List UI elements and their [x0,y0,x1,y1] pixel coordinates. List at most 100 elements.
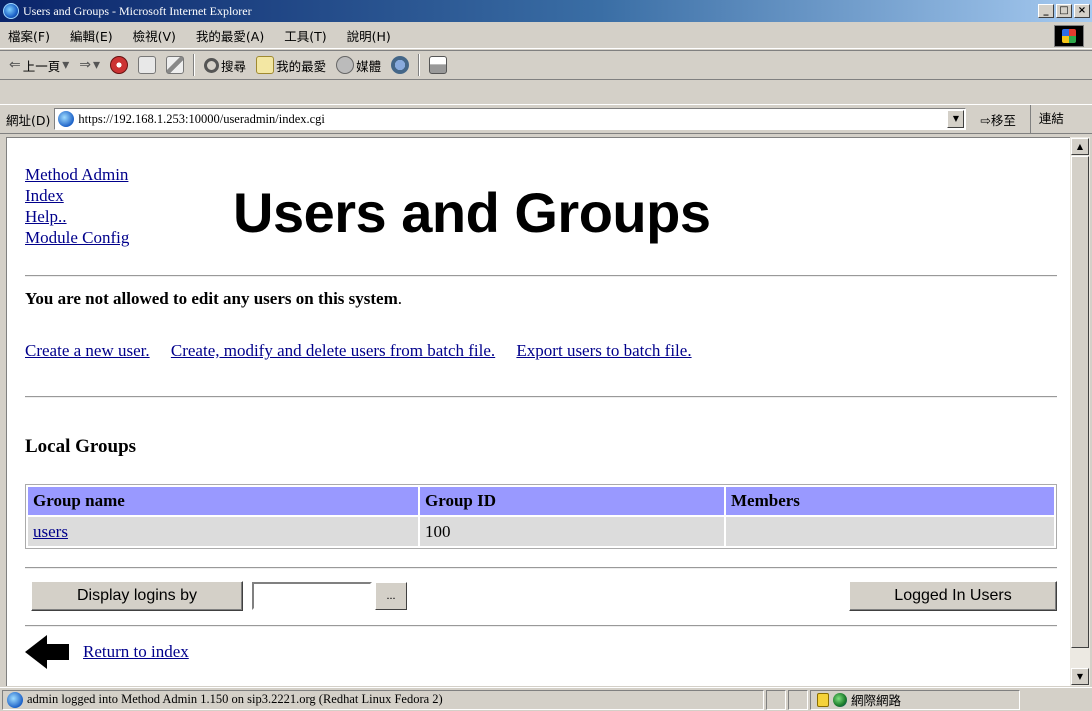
address-field[interactable]: https://192.168.1.253:10000/useradmin/in… [54,108,967,130]
status-pane [766,689,786,710]
col-group-name: Group name [28,487,418,515]
media-button[interactable]: 媒體 [331,53,386,77]
security-zone-pane[interactable]: 網際網路 [810,689,1020,710]
scroll-down-icon[interactable]: ▼ [1071,668,1089,685]
status-pane [788,689,808,710]
local-groups-heading: Local Groups [25,436,137,457]
status-main-pane: admin logged into Method Admin 1.150 on … [2,689,764,710]
home-button[interactable] [161,53,189,77]
menu-help[interactable]: 說明(H) [337,26,401,45]
login-controls: Display logins by ... Logged In Users [25,581,1057,611]
address-dropdown-icon[interactable]: ▼ [947,110,965,128]
divider [25,567,1057,569]
side-links: Method Admin Index Help.. Module Config [25,164,129,248]
action-links: Create a new user. Create, modify and de… [25,341,709,361]
col-members: Members [726,487,1054,515]
back-dropdown-icon[interactable]: ▾ [62,57,69,73]
history-button[interactable] [386,53,414,77]
favorites-icon [256,56,275,74]
links-button[interactable]: 連結 [1029,105,1064,133]
page-title: Users and Groups [233,181,711,244]
batch-file-link[interactable]: Create, modify and delete users from bat… [171,341,495,360]
return-row: Return to index [25,635,189,669]
stop-button[interactable] [105,53,133,77]
search-label: 搜尋 [221,58,247,74]
permission-message: You are not allowed to edit any users on… [25,289,402,309]
create-user-link[interactable]: Create a new user. [25,341,150,360]
toolbar-separator [418,54,421,76]
media-icon [336,56,355,74]
back-button[interactable]: ⇐ 上一頁 ▾ [4,53,74,77]
forward-arrow-icon: ⇒ [79,57,92,73]
status-bar: admin logged into Method Admin 1.150 on … [0,687,1092,711]
col-group-id: Group ID [420,487,724,515]
menu-bar: 檔案(F) 編輯(E) 檢視(V) 我的最愛(A) 工具(T) 說明(H) [0,22,1092,49]
logged-in-users-button[interactable]: Logged In Users [849,581,1057,611]
go-button[interactable]: ⇨移至 [980,110,1016,129]
window-title: Users and Groups - Microsoft Internet Ex… [23,3,252,18]
scroll-thumb[interactable] [1071,156,1089,648]
standard-toolbar: ⇐ 上一頁 ▾ ⇒ ▾ 搜尋 我的最愛 媒體 [0,50,1092,80]
windows-logo-icon [1054,25,1084,47]
address-label: 網址(D) [6,112,51,128]
menu-file[interactable]: 檔案(F) [0,26,60,45]
zone-label: 網際網路 [851,693,902,708]
go-label: 移至 [990,112,1016,128]
group-id-cell: 100 [420,517,724,546]
window-title-bar[interactable]: Users and Groups - Microsoft Internet Ex… [0,0,1092,22]
index-link[interactable]: Index [25,186,64,205]
back-label: 上一頁 [22,58,61,74]
address-url[interactable]: https://192.168.1.253:10000/useradmin/in… [78,112,325,127]
refresh-button[interactable] [133,53,161,77]
divider [25,625,1057,627]
group-users-link[interactable]: users [33,522,68,541]
vertical-scrollbar[interactable]: ▲ ▼ [1070,137,1090,686]
groups-table: Group name Group ID Members users 100 [25,484,1057,549]
ie-logo-icon [3,3,19,19]
forward-dropdown-icon[interactable]: ▾ [93,57,100,73]
content-viewport: Method Admin Index Help.. Module Config … [6,137,1070,686]
window-controls: _ □ × [1038,4,1090,18]
favorites-label: 我的最愛 [276,58,327,74]
permission-message-period: . [397,289,403,308]
user-chooser-button[interactable]: ... [375,582,407,610]
minimize-button[interactable]: _ [1038,4,1054,18]
table-header-row: Group name Group ID Members [28,487,1054,515]
close-button[interactable]: × [1074,4,1090,18]
scroll-up-icon[interactable]: ▲ [1071,138,1089,155]
method-admin-link[interactable]: Method Admin [25,165,128,184]
internet-zone-icon [833,692,847,707]
module-config-link[interactable]: Module Config [25,228,129,247]
table-row: users 100 [28,517,1054,546]
permission-message-text: You are not allowed to edit any users on… [25,289,398,308]
search-icon [204,57,220,73]
back-arrow-icon: ⇐ [9,57,21,73]
menu-edit[interactable]: 編輯(E) [60,26,123,45]
history-icon [391,56,410,74]
media-label: 媒體 [356,58,382,74]
help-link[interactable]: Help.. [25,207,67,226]
back-arrow-icon[interactable] [25,635,71,669]
search-button[interactable]: 搜尋 [199,53,251,77]
print-icon [429,56,448,74]
maximize-button[interactable]: □ [1056,4,1072,18]
export-users-link[interactable]: Export users to batch file. [516,341,691,360]
address-bar: 網址(D) https://192.168.1.253:10000/userad… [0,104,1092,134]
forward-button[interactable]: ⇒ ▾ [74,53,105,77]
stop-icon [110,56,129,74]
group-name-cell: users [28,517,418,546]
favorites-button[interactable]: 我的最愛 [251,53,331,77]
menu-tools[interactable]: 工具(T) [274,26,336,45]
menu-view[interactable]: 檢視(V) [123,26,186,45]
lock-icon [817,692,829,707]
page-done-icon [7,691,23,708]
divider [25,396,1057,398]
members-cell [726,517,1054,546]
toolbar-separator [193,54,196,76]
menu-favorites[interactable]: 我的最愛(A) [186,26,274,45]
return-to-index-link[interactable]: Return to index [83,642,189,662]
logins-username-input[interactable] [252,582,372,610]
display-logins-button[interactable]: Display logins by [31,581,243,611]
print-button[interactable] [424,53,452,77]
refresh-icon [138,56,157,74]
